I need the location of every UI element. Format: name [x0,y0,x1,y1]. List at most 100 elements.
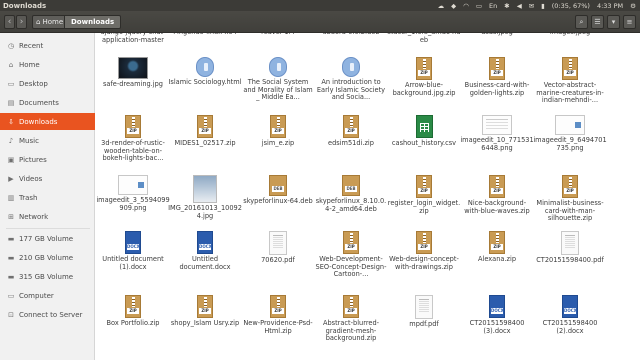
chat-icon[interactable]: ▭ [476,2,482,10]
file-item[interactable]: ZIP Vector-abstract-marine-creatures-in-i… [533,57,607,105]
music-icon: ♪ [8,136,14,145]
sound-icon[interactable]: ◀ [517,2,522,10]
file-item-partial[interactable]: images.jpeg [533,33,607,37]
file-item[interactable]: ZIP Web-Development-SEO-Concept-Design-Ca… [314,231,388,279]
chevron-down-icon[interactable]: ▾ [607,15,620,29]
file-item-partial[interactable]: dsds.jpeg [460,33,534,37]
dropbox-icon[interactable]: ◆ [451,2,456,10]
file-label: jsim_e.zip [261,139,295,147]
sidebar-item-label: Documents [19,98,59,107]
file-item[interactable]: ZIP Alexana.zip [460,231,534,264]
file-item[interactable]: ZIP Abstract-blurred-gradient-mesh-backgr… [314,295,388,343]
file-item[interactable]: DEB skypeforlinux_8.10.0.4-2_amd64.deb [314,175,388,213]
search-icon[interactable]: ⌕ [575,15,588,29]
file-label: safe-dreaming.jpg [102,80,163,88]
sidebar-item-videos[interactable]: ▶ Videos [0,170,95,187]
sidebar-item-177-gb-volume[interactable]: ▬ 177 GB Volume [0,230,95,247]
sidebar-item-recent[interactable]: ◷ Recent [0,37,95,54]
file-label: 3d-render-of-rustic-wooden-table-on-boke… [101,139,165,163]
battery-icon[interactable]: ▮ [541,2,545,10]
file-item-partial[interactable]: Pingendo-linux-x64 [168,33,242,37]
file-item[interactable]: ZIP Box Portfolio.zip [96,295,170,328]
file-item-partial[interactable]: reaver-1.4 [241,33,315,37]
bluetooth-icon[interactable]: ✱ [504,2,509,10]
network-icon: ⊞ [8,212,14,221]
forward-button[interactable]: › [16,15,27,29]
sidebar-item-315-gb-volume[interactable]: ▬ 315 GB Volume [0,268,95,285]
file-item[interactable]: DOCX CT20151598400 (3).docx [460,295,534,335]
sidebar-item-computer[interactable]: ▭ Computer [0,287,95,304]
file-item[interactable]: DOCX CT20151598400 (2).docx [533,295,607,335]
pdf-thumbnail-icon [269,231,287,255]
file-item[interactable]: safe-dreaming.jpg [96,57,170,89]
file-item[interactable]: 70620.pdf [241,231,315,265]
file-item[interactable]: ZIP shopy_Islam Usry.zip [168,295,242,328]
file-item[interactable]: mpdf.pdf [387,295,461,329]
file-item[interactable]: ZIP Web-design-concept-with-drawings.zip [387,231,461,271]
file-label: Untitled document.docx [179,255,231,271]
file-item[interactable]: DOCX Untitled document (1).docx [96,231,170,271]
file-item[interactable]: cashout_history.csv [387,115,461,148]
clock[interactable]: 4:33 PM [597,2,623,10]
file-type-tag: DEB [272,186,284,192]
sidebar-item-210-gb-volume[interactable]: ▬ 210 GB Volume [0,249,95,266]
cloud-icon[interactable]: ☁ [438,2,445,10]
file-item[interactable]: ZIP register_login_widget.zip [387,175,461,215]
file-item[interactable]: DEB skypeforlinux-64.deb [241,175,315,206]
file-item[interactable]: ZIP Nice-background-with-blue-waves.zip [460,175,534,215]
file-item[interactable]: An introduction to Early Islamic Society… [314,57,388,102]
file-label: imageedit_3_5594099909.png [96,196,170,212]
sidebar-item-connect-to-server[interactable]: ⊡ Connect to Server [0,306,95,323]
gear-icon[interactable]: ⚙ [630,2,636,10]
path-current-button[interactable]: Downloads [64,15,122,29]
header-bar: ‹ › ⌂ Home Downloads ⌕ ☰ ▾ ≡ [0,11,640,33]
image-thumbnail-icon [118,57,148,79]
file-item-partial[interactable]: ubSord-0.0.2.deb [314,33,388,37]
sidebar-item-downloads[interactable]: ⇩ Downloads [0,113,95,130]
file-item[interactable]: ZIP jsim_e.zip [241,115,315,148]
path-home-button[interactable]: ⌂ Home [32,15,69,29]
file-label: An introduction to Early Islamic Society… [316,78,386,102]
keyboard-layout[interactable]: En [489,2,497,10]
file-item[interactable]: imageedit_9_6494701735.png [533,115,607,152]
wifi-icon[interactable]: ◠ [463,2,469,10]
battery-status[interactable]: (0:35, 67%) [552,2,590,10]
sidebar-item-music[interactable]: ♪ Music [0,132,95,149]
sidebar-item-trash[interactable]: ▥ Trash [0,189,95,206]
file-item[interactable]: ZIP edsim51di.zip [314,115,388,148]
file-item[interactable]: ZIP Arrow-blue-background.jpg.zip [387,57,461,97]
docx-document-icon: DOCX [562,295,578,318]
file-item[interactable]: DOCX Untitled document.docx [168,231,242,271]
file-item[interactable]: imageedit_3_5594099909.png [96,175,170,212]
sidebar-item-label: Home [19,60,40,69]
file-item[interactable]: ZIP Business-card-with-golden-lights.zip [460,57,534,97]
file-item[interactable]: CT20151598400.pdf [533,231,607,265]
file-type-tag: ZIP [199,308,211,314]
list-view-icon[interactable]: ☰ [591,15,604,29]
file-type-tag: ZIP [491,244,503,250]
sidebar-item-desktop[interactable]: ▭ Desktop [0,75,95,92]
file-item[interactable]: ZIP MIDES1_02517.zip [168,115,242,148]
system-tray: ☁ ◆ ◠ ▭ En ✱ ◀ ✉ ▮ (0:35, 67%) 4:33 PM ⚙ [438,0,636,11]
file-item[interactable]: Islamic Sociology.html [168,57,242,87]
sidebar-item-network[interactable]: ⊞ Network [0,208,95,225]
file-item[interactable]: ZIP New-Providence-Psd-Html.zip [241,295,315,335]
zip-archive-icon: ZIP [416,57,432,80]
file-item[interactable]: ZIP Minimalist-business-card-with-man-sil… [533,175,607,223]
drive-icon: ▬ [7,253,15,262]
file-item[interactable]: ZIP 3d-render-of-rustic-wooden-table-on-b… [96,115,170,163]
sidebar-item-home[interactable]: ⌂ Home [0,56,95,73]
file-label: register_login_widget.zip [387,199,461,215]
sidebar-item-documents[interactable]: ▤ Documents [0,94,95,111]
sidebar-item-label: Desktop [19,79,48,88]
mail-icon[interactable]: ✉ [529,2,534,10]
computer-icon: ▭ [7,291,15,300]
file-item-partial[interactable]: django-jquery-chat-application-master [96,33,170,44]
file-item[interactable]: IMG_20161013_100924.jpg [168,175,242,220]
sidebar-item-pictures[interactable]: ▣ Pictures [0,151,95,168]
menu-icon[interactable]: ≡ [623,15,636,29]
file-item-partial[interactable]: stacer_1.0.8_amd64.deb [387,33,461,44]
back-button[interactable]: ‹ [4,15,15,29]
file-item[interactable]: imageedit_10_7715316448.png [460,115,534,152]
file-item[interactable]: The Social System and Morality of Islam … [241,57,315,102]
